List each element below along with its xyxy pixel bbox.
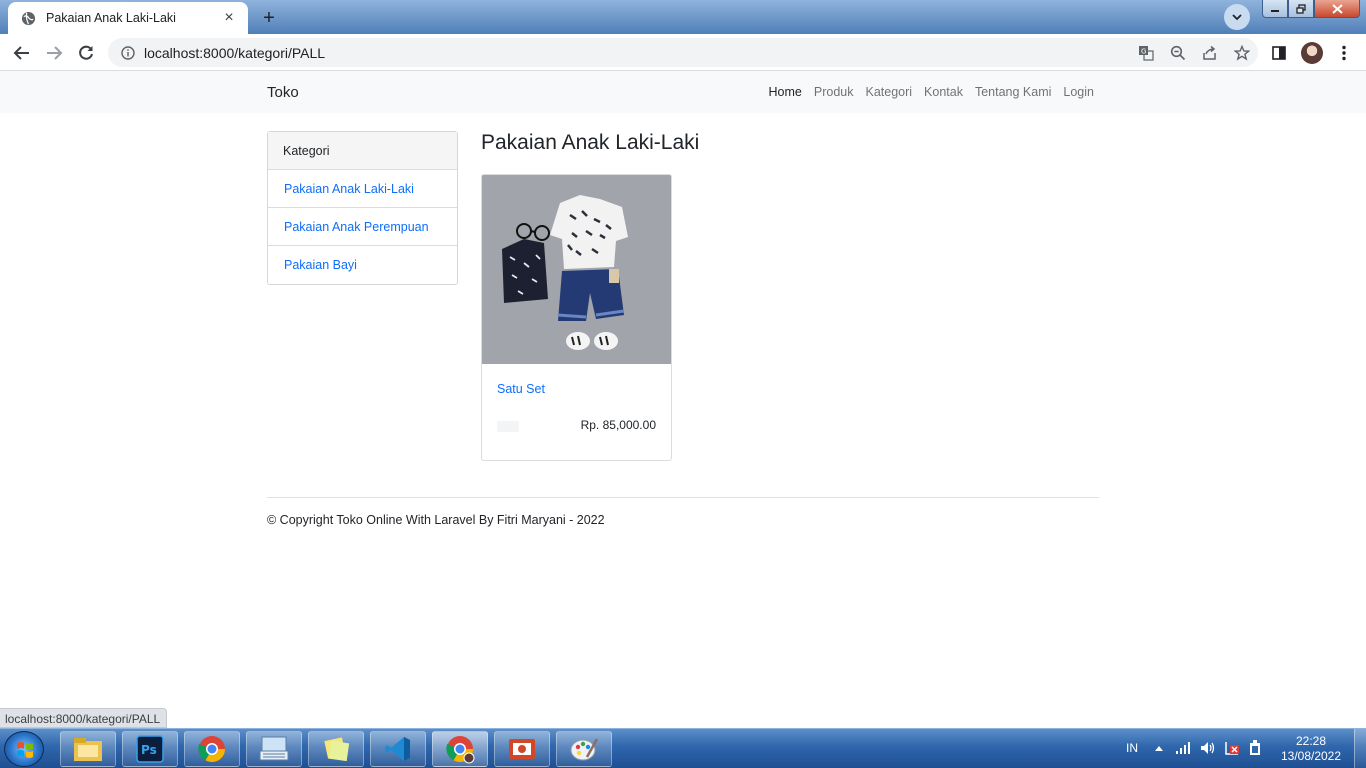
volume-icon[interactable] [1200, 741, 1216, 755]
browser-toolbar: localhost:8000/kategori/PALL G [0, 34, 1366, 71]
taskbar: Ps IN 22:28 13/08/2022 [0, 728, 1366, 768]
taskbar-app-file-explorer[interactable] [60, 731, 116, 767]
clock-date: 13/08/2022 [1280, 749, 1342, 763]
translate-icon[interactable]: G [1130, 40, 1162, 66]
nav-links: Home Produk Kategori Kontak Tentang Kami… [769, 85, 1094, 99]
folder-icon [74, 738, 102, 761]
taskbar-app-paint[interactable] [556, 731, 612, 767]
browser-tab[interactable]: Pakaian Anak Laki-Laki × [8, 2, 248, 34]
browser-menu-button[interactable] [1331, 40, 1357, 66]
presentation-icon [509, 739, 535, 759]
signal-icon[interactable] [1175, 741, 1191, 755]
nav-link-kategori[interactable]: Kategori [865, 85, 912, 99]
power-icon[interactable] [1248, 740, 1262, 756]
taskbar-app-chrome[interactable] [184, 731, 240, 767]
tray-expand-icon[interactable] [1154, 744, 1164, 752]
tab-search-button[interactable] [1224, 4, 1250, 30]
taskbar-app-photoshop[interactable]: Ps [122, 731, 178, 767]
sidebar-item-pakaian-anak-perempuan[interactable]: Pakaian Anak Perempuan [268, 208, 457, 246]
address-url[interactable]: localhost:8000/kategori/PALL [144, 45, 1130, 61]
zoom-icon[interactable] [1162, 40, 1194, 66]
page-title: Pakaian Anak Laki-Laki [481, 131, 700, 154]
windows-logo-icon [17, 742, 33, 758]
sidebar-item-pakaian-anak-laki-laki[interactable]: Pakaian Anak Laki-Laki [268, 170, 457, 208]
bookmark-star-icon[interactable] [1226, 40, 1258, 66]
forward-button[interactable] [41, 40, 67, 66]
taskbar-app-vscode[interactable] [370, 731, 426, 767]
new-tab-button[interactable]: + [256, 5, 282, 31]
photoshop-icon: Ps [136, 735, 164, 763]
taskbar-app-keyboard[interactable] [246, 731, 302, 767]
start-button[interactable] [4, 731, 44, 767]
sticky-notes-icon [324, 737, 350, 762]
browser-tab-strip: Pakaian Anak Laki-Laki × + [0, 0, 1366, 34]
window-maximize-button[interactable] [1288, 0, 1314, 18]
back-button[interactable] [9, 40, 35, 66]
category-sidebar: Kategori Pakaian Anak Laki-Laki Pakaian … [267, 131, 458, 285]
taskbar-app-sticky-notes[interactable] [308, 731, 364, 767]
product-badge [497, 421, 519, 432]
show-desktop-button[interactable] [1354, 729, 1366, 768]
sidebar-heading: Kategori [268, 132, 457, 170]
chrome-icon [198, 736, 226, 763]
nav-link-tentang-kami[interactable]: Tentang Kami [975, 85, 1051, 99]
nav-link-login[interactable]: Login [1063, 85, 1094, 99]
tab-close-icon[interactable]: × [220, 9, 238, 27]
address-bar[interactable]: localhost:8000/kategori/PALL G [108, 38, 1258, 67]
window-close-button[interactable] [1314, 0, 1360, 18]
chevron-down-icon [1232, 14, 1242, 21]
sidebar-item-pakaian-bayi[interactable]: Pakaian Bayi [268, 246, 457, 284]
profile-button[interactable] [1299, 40, 1325, 66]
vscode-icon [385, 737, 410, 761]
paint-palette-icon [570, 738, 599, 761]
site-info-icon[interactable] [120, 45, 136, 61]
product-card[interactable]: Satu Set Rp. 85,000.00 [481, 174, 672, 461]
tab-title: Pakaian Anak Laki-Laki [46, 11, 176, 25]
nav-link-home[interactable]: Home [769, 85, 802, 99]
arrow-right-icon [47, 46, 63, 60]
product-image[interactable] [482, 175, 671, 364]
globe-icon [20, 10, 36, 26]
avatar [1301, 42, 1323, 64]
close-icon [1331, 3, 1343, 14]
reload-icon [79, 45, 93, 60]
restore-icon [1296, 3, 1306, 14]
taskbar-clock[interactable]: 22:28 13/08/2022 [1278, 734, 1344, 764]
action-center-icon[interactable] [1224, 740, 1240, 756]
window-minimize-button[interactable] [1262, 0, 1288, 18]
share-icon[interactable] [1194, 40, 1226, 66]
nav-link-kontak[interactable]: Kontak [924, 85, 963, 99]
nav-link-produk[interactable]: Produk [814, 85, 854, 99]
clock-time: 22:28 [1295, 734, 1327, 748]
status-bar-url: localhost:8000/kategori/PALL [0, 708, 168, 728]
taskbar-app-presentation[interactable] [494, 731, 550, 767]
arrow-left-icon [13, 46, 29, 60]
language-indicator[interactable]: IN [1126, 741, 1138, 755]
reload-button[interactable] [73, 40, 99, 66]
side-panel-button[interactable] [1266, 40, 1292, 66]
product-name-link[interactable]: Satu Set [497, 382, 545, 396]
minimize-icon [1271, 9, 1279, 12]
svg-text:G: G [1141, 47, 1146, 55]
side-panel-icon [1272, 46, 1286, 60]
site-navbar: Toko Home Produk Kategori Kontak Tentang… [0, 71, 1366, 113]
site-brand[interactable]: Toko [267, 84, 299, 101]
keyboard-icon [259, 736, 289, 761]
product-price: Rp. 85,000.00 [580, 418, 656, 432]
footer-copyright: © Copyright Toko Online With Laravel By … [267, 513, 605, 527]
svg-text:Ps: Ps [141, 743, 157, 757]
chrome-icon [446, 736, 475, 764]
kebab-menu-icon [1342, 45, 1346, 61]
taskbar-app-chrome-active[interactable] [432, 731, 488, 767]
footer-divider [267, 497, 1099, 498]
